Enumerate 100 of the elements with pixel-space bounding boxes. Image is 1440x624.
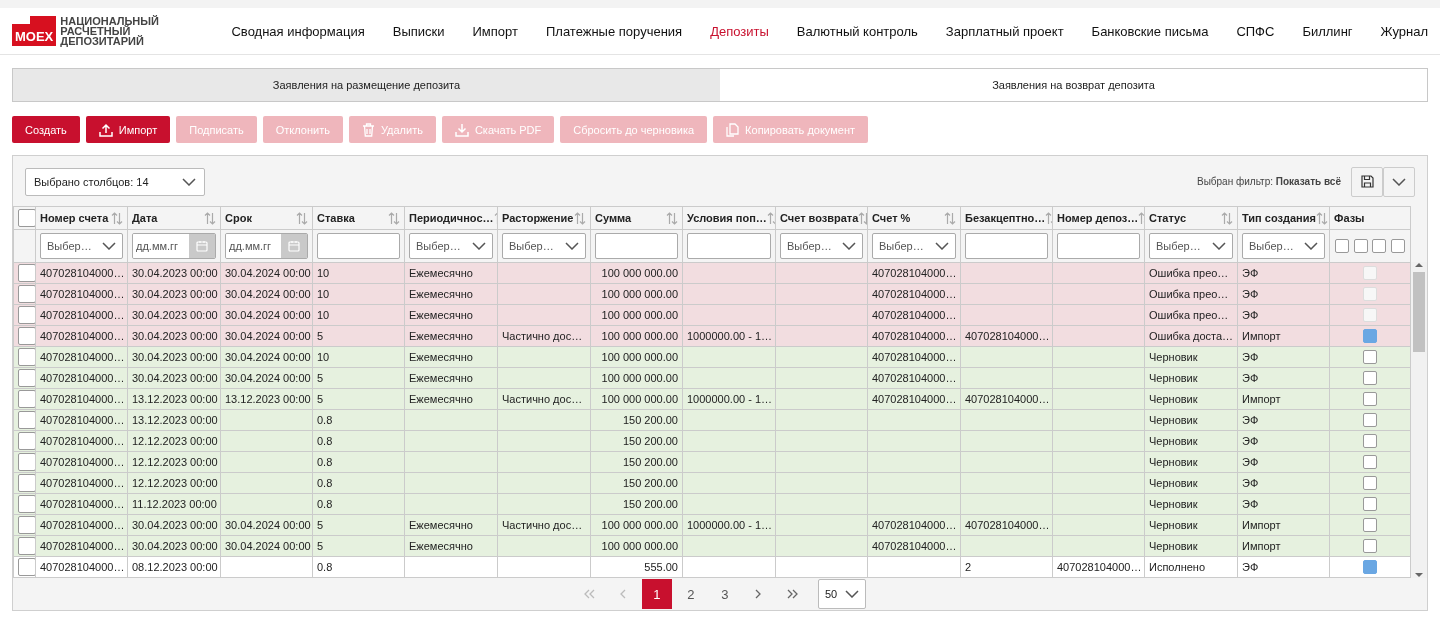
filter-dropdown[interactable]: Выбер… [40,233,123,259]
sort-icon[interactable] [296,211,308,225]
column-header[interactable]: Фазы [1334,212,1365,224]
select-all-checkbox[interactable] [18,209,35,227]
nav-link[interactable]: Выписки [392,23,445,39]
table-row[interactable]: 407028104000… 30.04.2023 00:00 30.04.2024 00:00 5 Ежемесячно Частично дос… 100 000 000.00 1000000.00 - 1… 407028104000… 407028104000… Ошибка доста… Импорт [13,325,1411,347]
phase-filter-checkbox[interactable] [1391,239,1406,253]
columns-dropdown[interactable]: Выбрано столбцов: 14 [25,167,205,196]
nav-link[interactable]: Журнал [1380,23,1428,39]
nav-link[interactable]: Валютный контроль [796,23,918,39]
phase-checkbox[interactable] [1363,539,1377,553]
sort-icon[interactable] [1221,211,1233,225]
table-row[interactable]: 407028104000… 30.04.2023 00:00 30.04.2024 00:00 5 Ежемесячно 100 000 000.00 407028104000… Черновик Импорт [13,535,1411,557]
row-checkbox[interactable] [18,516,35,534]
column-header[interactable]: Сумма [595,212,632,224]
filter-dropdown[interactable]: Выбер… [872,233,956,259]
calendar-icon[interactable] [196,240,208,252]
sort-icon[interactable] [574,211,586,225]
table-row[interactable]: 407028104000… 12.12.2023 00:00 0.8 150 200.00 Черновик ЭФ [13,430,1411,452]
scroll-down-icon[interactable] [1415,572,1423,578]
row-checkbox[interactable] [18,432,35,450]
filter-input-field[interactable] [317,233,400,259]
table-row[interactable]: 407028104000… 30.04.2023 00:00 30.04.2024 00:00 10 Ежемесячно 100 000 000.00 407028104000… Ошибка прео… ЭФ [13,262,1411,284]
phase-checkbox[interactable] [1363,329,1377,343]
filter-dropdown[interactable]: Выбер… [780,233,863,259]
phase-checkbox[interactable] [1363,560,1377,574]
phase-filter-checkbox[interactable] [1334,239,1349,253]
page-button[interactable]: 3 [709,579,740,609]
nav-link[interactable]: Импорт [472,23,518,39]
sort-icon[interactable] [204,211,216,225]
page-button[interactable]: 2 [675,579,706,609]
calendar-icon[interactable] [288,240,300,252]
table-row[interactable]: 407028104000… 13.12.2023 00:00 0.8 150 200.00 Черновик ЭФ [13,409,1411,431]
sort-icon[interactable] [858,211,867,225]
filter-input-field[interactable] [687,233,771,259]
row-checkbox[interactable] [18,369,35,387]
table-row[interactable]: 407028104000… 12.12.2023 00:00 0.8 150 200.00 Черновик ЭФ [13,451,1411,473]
nav-link[interactable]: Платежные поручения [545,23,683,39]
row-checkbox[interactable] [18,558,35,576]
filter-dropdown[interactable]: Выбер… [409,233,493,259]
row-checkbox[interactable] [18,306,35,324]
phase-checkbox[interactable] [1363,392,1377,406]
table-row[interactable]: 407028104000… 12.12.2023 00:00 0.8 150 200.00 Черновик ЭФ [13,472,1411,494]
action-button[interactable]: Импорт [85,116,171,143]
column-header[interactable]: Срок [225,212,252,224]
table-row[interactable]: 407028104000… 30.04.2023 00:00 30.04.2024 00:00 5 Ежемесячно 100 000 000.00 407028104000… Черновик ЭФ [13,367,1411,389]
filter-dropdown[interactable]: Выбер… [502,233,586,259]
scrollbar-thumb[interactable] [1413,272,1425,352]
table-row[interactable]: 407028104000… 11.12.2023 00:00 0.8 150 200.00 Черновик ЭФ [13,493,1411,515]
table-row[interactable]: 407028104000… 13.12.2023 00:00 13.12.2023 00:00 5 Ежемесячно Частично дос… 100 000 000.00 1000000.00 - 1… 407028104000… 407028104000… Черновик Импорт [13,388,1411,410]
row-checkbox[interactable] [18,327,35,345]
phase-checkbox[interactable] [1363,476,1377,490]
phase-checkbox[interactable] [1363,371,1377,385]
sort-icon[interactable] [111,211,123,225]
nav-link[interactable]: Биллинг [1302,23,1353,39]
phase-checkbox[interactable] [1363,518,1377,532]
action-button[interactable]: Создать [12,116,80,143]
table-row[interactable]: 407028104000… 30.04.2023 00:00 30.04.2024 00:00 10 Ежемесячно 100 000 000.00 407028104000… Черновик ЭФ [13,346,1411,368]
filter-input-field[interactable] [1057,233,1140,259]
filter-input-field[interactable] [595,233,678,259]
page-button[interactable]: 1 [641,579,672,609]
row-checkbox[interactable] [18,453,35,471]
phase-checkbox[interactable] [1363,413,1377,427]
row-checkbox[interactable] [18,411,35,429]
sort-icon[interactable] [388,211,400,225]
phase-checkbox[interactable] [1363,434,1377,448]
row-checkbox[interactable] [18,537,35,555]
phase-checkbox[interactable] [1363,455,1377,469]
phase-checkbox[interactable] [1363,350,1377,364]
phase-filter-checkbox[interactable] [1372,239,1387,253]
row-checkbox[interactable] [18,285,35,303]
page-size-dropdown[interactable]: 50 [817,579,867,609]
row-checkbox[interactable] [18,348,35,366]
table-row[interactable]: 407028104000… 30.04.2023 00:00 30.04.2024 00:00 10 Ежемесячно 100 000 000.00 407028104000… Ошибка прео… ЭФ [13,283,1411,305]
row-checkbox[interactable] [18,390,35,408]
nav-link[interactable]: Депозиты [710,23,769,39]
table-row[interactable]: 407028104000… 30.04.2023 00:00 30.04.2024 00:00 5 Ежемесячно Частично дос… 100 000 000.00 1000000.00 - 1… 407028104000… 407028104000… Черновик Импорт [13,514,1411,536]
tab[interactable]: Заявления на размещение депозита [13,69,720,101]
filter-dropdown[interactable]: Выбер… [1149,233,1233,259]
date-filter-field[interactable]: дд.мм.гг [132,233,216,259]
phase-filter-checkbox[interactable] [1353,239,1368,253]
sort-icon[interactable] [944,211,956,225]
phase-checkbox[interactable] [1363,497,1377,511]
filter-dropdown[interactable]: Выбер… [1242,233,1325,259]
scroll-up-icon[interactable] [1415,262,1423,268]
table-row[interactable]: 407028104000… 08.12.2023 00:00 0.8 555.00 2 407028104000… Исполнено ЭФ [13,556,1411,578]
column-header[interactable]: Дата [132,212,158,224]
nav-link[interactable]: Зарплатный проект [945,23,1064,39]
row-checkbox[interactable] [18,474,35,492]
filter-input-field[interactable] [965,233,1048,259]
nav-link[interactable]: Банковские письма [1091,23,1209,39]
nav-link[interactable]: Сводная информация [231,23,365,39]
row-checkbox[interactable] [18,495,35,513]
row-checkbox[interactable] [18,264,35,282]
sort-icon[interactable] [1315,211,1328,225]
date-filter-field[interactable]: дд.мм.гг [225,233,308,259]
save-button[interactable] [1351,166,1383,197]
nav-link[interactable]: СПФС [1236,23,1275,39]
table-row[interactable]: 407028104000… 30.04.2023 00:00 30.04.2024 00:00 10 Ежемесячно 100 000 000.00 407028104000… Ошибка прео… ЭФ [13,304,1411,326]
sort-icon[interactable] [666,211,678,225]
